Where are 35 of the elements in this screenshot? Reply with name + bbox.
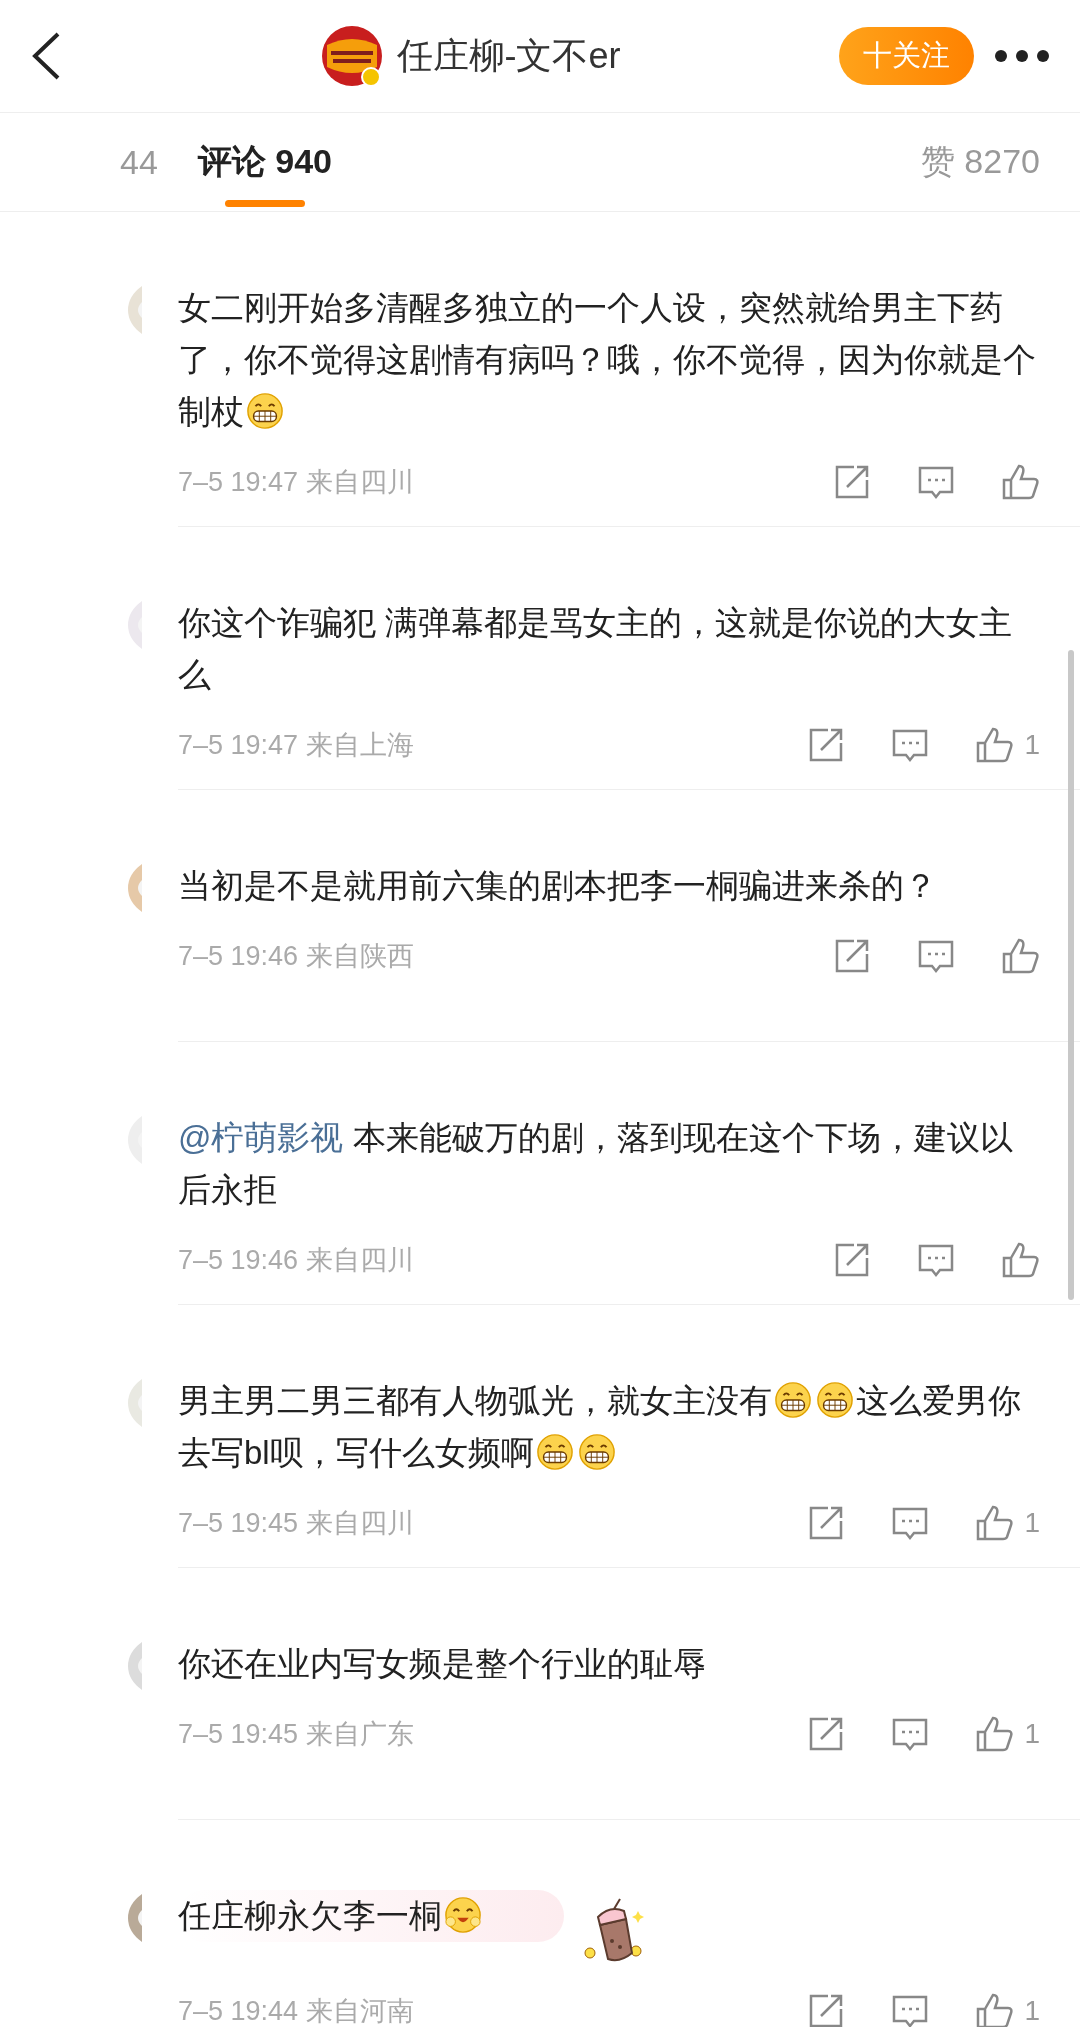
comment-time: 7–5 19:47 来自上海 bbox=[178, 729, 414, 762]
grin-emoji-icon bbox=[774, 1381, 812, 1419]
like-button[interactable]: 1 bbox=[974, 725, 1040, 765]
account-name: 任庄柳-文不er bbox=[396, 33, 621, 78]
like-icon[interactable] bbox=[1000, 1240, 1040, 1280]
tab[interactable]: 44 bbox=[120, 113, 158, 211]
comment-text: 男主男二男三都有人物弧光，就女主没有 这么爱男你去写bl呗，写什么女频啊 bbox=[178, 1380, 1022, 1473]
grin-emoji-icon bbox=[816, 1381, 854, 1419]
like-icon[interactable] bbox=[1000, 462, 1040, 502]
comment-time: 7–5 19:44 来自河南 bbox=[178, 1995, 414, 2027]
comment-time: 7–5 19:46 来自陕西 bbox=[178, 940, 414, 973]
comment-time: 7–5 19:45 来自四川 bbox=[178, 1507, 414, 1540]
tab[interactable]: 评论 940 bbox=[197, 113, 332, 211]
follow-button[interactable]: 十关注 bbox=[839, 27, 974, 85]
back-icon[interactable] bbox=[30, 31, 62, 81]
comment-text: @柠萌影视 本来能破万的剧，落到现在这个下场，建议以后永拒 bbox=[178, 1118, 1014, 1210]
comment-time: 7–5 19:47 来自四川 bbox=[178, 466, 414, 499]
grin-emoji-icon bbox=[577, 1433, 616, 1471]
comment-time: 7–5 19:46 来自四川 bbox=[178, 1244, 414, 1277]
comment-time: 7–5 19:45 来自广东 bbox=[178, 1718, 414, 1751]
comment-text: 任庄柳永欠李一桐 bbox=[178, 1890, 564, 1942]
smile-emoji-icon bbox=[444, 1896, 482, 1934]
like-button[interactable]: 1 bbox=[974, 1714, 1040, 1754]
like-button[interactable]: 1 bbox=[974, 1503, 1040, 1543]
grin-emoji-icon bbox=[246, 392, 284, 430]
like-button[interactable]: 1 bbox=[974, 1991, 1040, 2027]
mention-link[interactable]: @柠萌影视 bbox=[178, 1119, 344, 1156]
comment-text: 女二刚开始多清醒多独立的一个人设，突然就给男主下药了，你不觉得这剧情有病吗？哦，你不觉得，因为你就是个制杖 bbox=[178, 288, 1037, 432]
grin-emoji-icon bbox=[535, 1433, 574, 1471]
comment-text: 你这个诈骗犯 满弹幕都是骂女主的，这就是你说的大女主么 bbox=[178, 603, 1014, 695]
comment-text: 当初是不是就用前六集的剧本把李一桐骗进来杀的？ bbox=[178, 866, 938, 906]
comment-text: 你还在业内写女频是整个行业的耻辱 bbox=[178, 1644, 707, 1684]
like-count: 赞 8270 bbox=[920, 141, 1040, 182]
more-icon[interactable] bbox=[994, 49, 1050, 63]
like-icon[interactable] bbox=[1000, 936, 1040, 976]
